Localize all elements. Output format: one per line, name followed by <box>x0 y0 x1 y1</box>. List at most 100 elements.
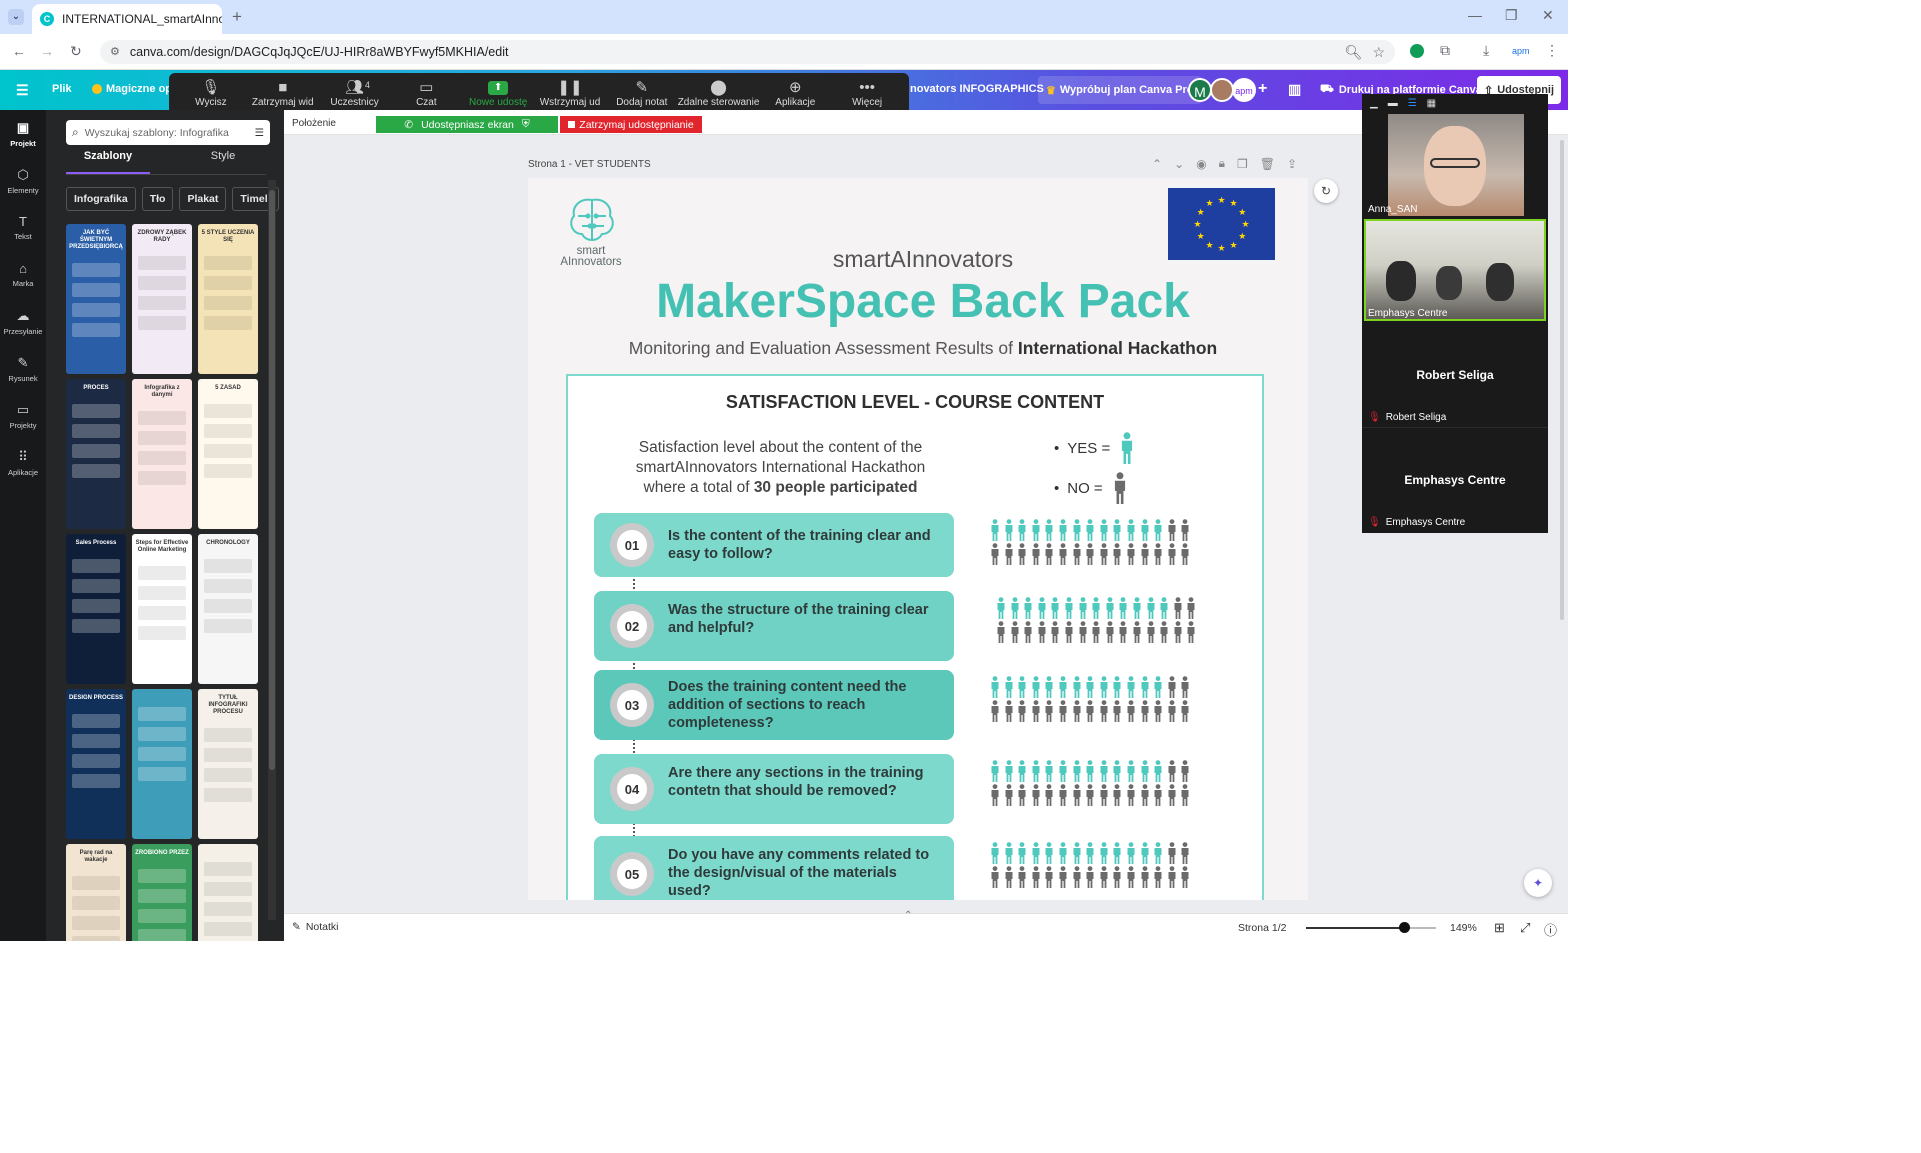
duplicate-icon[interactable]: ❐ <box>1237 157 1248 171</box>
zoom-microphone-button[interactable]: 🎙︎ Wycisz <box>175 73 247 115</box>
template-thumbnail[interactable]: ZDROWY ZĄBEK RADY <box>132 224 192 374</box>
delete-icon[interactable]: 🗑︎ <box>1260 157 1275 171</box>
panel-scrollbar-thumb[interactable] <box>269 190 275 770</box>
video-anna[interactable] <box>1388 114 1524 216</box>
template-thumbnail[interactable]: 5 ZASAD <box>198 379 258 529</box>
address-bar[interactable]: ⚙ canva.com/design/DAGCqJqJQcE/UJ-HIRr8a… <box>100 40 1395 64</box>
chip-2[interactable]: Plakat <box>179 187 227 211</box>
template-thumbnail[interactable]: CHRONOLOGY <box>198 534 258 684</box>
rail-item-elementy[interactable]: ⬡ Elementy <box>0 157 46 204</box>
help-icon[interactable]: ⓘ <box>1544 920 1557 939</box>
lock-icon[interactable]: 🔒︎ <box>1219 156 1225 171</box>
template-thumbnail[interactable]: Parę rad na wakacje <box>66 844 126 941</box>
back-icon[interactable]: ← <box>12 44 26 58</box>
site-info-icon[interactable]: ⚙ <box>110 46 120 58</box>
download-icon[interactable]: ⤓ <box>1483 43 1489 57</box>
position-button[interactable]: Położenie <box>292 118 336 129</box>
template-search-input[interactable]: ⌕ Wyszukaj szablony: Infografika ☰ <box>66 120 270 145</box>
notes-button[interactable]: ✎ Notatki <box>292 921 339 933</box>
file-menu[interactable]: Plik <box>52 83 72 95</box>
browser-tab[interactable]: C INTERNATIONAL_smartAInnov ✕ <box>32 4 222 34</box>
restore-icon[interactable]: ❐ <box>1505 8 1518 22</box>
avatar-photo[interactable] <box>1210 78 1234 102</box>
browser-menu-icon[interactable]: ⋮ <box>1545 43 1559 57</box>
rail-item-rysunek[interactable]: ✎ Rysunek <box>0 345 46 392</box>
tile-emphasys[interactable]: Emphasys Centre 🎙︎ Emphasys Centre <box>1362 429 1548 533</box>
move-down-icon[interactable]: ⌄ <box>1174 157 1184 171</box>
template-thumbnail[interactable]: Sales Process <box>66 534 126 684</box>
zoom-video-camera-button[interactable]: ■ Zatrzymaj wid <box>247 73 319 115</box>
insights-chart-icon[interactable]: ▥ <box>1288 81 1301 98</box>
zoom-participants-button[interactable]: 👥︎ 4 Uczestnicy <box>319 73 391 115</box>
template-thumbnail[interactable]: ZROBIONO PRZEZ <box>132 844 192 941</box>
expand-pages-icon[interactable]: ⌃ <box>904 910 912 921</box>
design-page[interactable]: smart AInnovators ★ ★ ★ ★ ★ ★ ★ ★ ★ ★ ★ ★ smartAInn… <box>528 178 1308 900</box>
extensions-puzzle-icon[interactable]: ⧉ <box>1440 43 1450 57</box>
apm-extension-icon[interactable]: apm <box>1512 46 1530 56</box>
minimize-icon[interactable]: — <box>1468 8 1482 22</box>
new-tab-icon[interactable]: + <box>232 8 242 25</box>
reload-icon[interactable]: ↻ <box>70 44 82 58</box>
bookmark-star-icon[interactable]: ☆ <box>1372 45 1385 59</box>
tab-styles[interactable]: Style <box>181 150 265 162</box>
zoom-apps-button[interactable]: ⊕ Aplikacje <box>759 73 831 115</box>
avatar-m[interactable]: M <box>1188 78 1212 102</box>
grammarly-extension-icon[interactable] <box>1410 44 1424 58</box>
page-label[interactable]: Strona 1 - VET STUDENTS <box>528 159 651 170</box>
minimize-video-icon[interactable]: ▁ <box>1370 98 1378 109</box>
zoom-pause-button[interactable]: ❚❚ Wstrzymaj ud <box>534 73 606 115</box>
canva-menu-icon[interactable]: ☰ <box>16 82 29 99</box>
zoom-more-button[interactable]: ••• Więcej <box>831 73 903 115</box>
add-collaborator-icon[interactable]: + <box>1258 80 1267 98</box>
zoom-share-screen-button[interactable]: ⬆ Nowe udostę <box>462 73 534 115</box>
add-page-icon[interactable]: ⇪ <box>1287 157 1297 171</box>
template-thumbnail[interactable]: PROCES <box>66 379 126 529</box>
rail-item-projekt[interactable]: ▣ Projekt <box>0 110 46 157</box>
strip-view-icon[interactable]: ☰ <box>1408 98 1417 109</box>
stop-sharing-button[interactable]: Zatrzymaj udostępnianie <box>560 116 702 133</box>
workspace-scrollbar[interactable] <box>1558 140 1566 640</box>
document-title[interactable]: novators INFOGRAPHICS <box>910 83 1044 95</box>
template-thumbnail[interactable]: DESIGN PROCESS <box>66 689 126 839</box>
rail-item-tekst[interactable]: T Tekst <box>0 204 46 251</box>
fullscreen-icon[interactable]: ⤢ <box>1520 920 1530 936</box>
magic-assistant-icon[interactable]: ✦ <box>1524 869 1552 897</box>
try-pro-button[interactable]: ♛ Wypróbuj plan Canva Pro <box>1038 76 1202 104</box>
template-thumbnail[interactable]: Steps for Effective Online Marketing <box>132 534 192 684</box>
template-thumbnail[interactable]: TYTUŁ INFOGRAFIKI PROCESU <box>198 689 258 839</box>
template-thumbnail[interactable]: 5 STYLE UCZENIA SIĘ <box>198 224 258 374</box>
panel-scrollbar-track[interactable] <box>268 180 276 920</box>
page-indicator[interactable]: Strona 1/2 <box>1238 922 1286 934</box>
filter-sliders-icon[interactable]: ☰ <box>255 127 264 139</box>
magic-options-menu[interactable]: Magiczne opcj <box>92 83 181 95</box>
tile-robert[interactable]: Robert Seliga 🎙︎ Robert Seliga <box>1362 324 1548 428</box>
gallery-view-icon[interactable]: ▦ <box>1427 98 1436 109</box>
hide-page-icon[interactable]: ◉ <box>1196 157 1206 171</box>
zoom-lens-icon[interactable]: 🔍︎ <box>1345 45 1363 59</box>
zoom-remote-control-button[interactable]: ⬤ Zdalne sterowanie <box>678 73 760 115</box>
template-thumbnail[interactable]: JAK BYĆ ŚWIETNYM PRZEDSIĘBIORCĄ <box>66 224 126 374</box>
forward-icon[interactable]: → <box>40 44 54 58</box>
zoom-slider[interactable] <box>1306 922 1436 933</box>
chip-1[interactable]: Tło <box>141 187 174 211</box>
rail-item-przesyłanie[interactable]: ☁ Przesyłanie <box>0 298 46 345</box>
video-emphasys[interactable] <box>1364 219 1546 321</box>
tab-templates[interactable]: Szablony <box>66 150 150 162</box>
tab-search-chevron-icon[interactable]: ⌄ <box>8 9 24 25</box>
single-view-icon[interactable]: ▬ <box>1388 98 1398 109</box>
zoom-chat-button[interactable]: ▭ Czat <box>390 73 462 115</box>
template-thumbnail[interactable] <box>132 689 192 839</box>
avatar-apm[interactable]: apm <box>1232 78 1256 102</box>
chip-0[interactable]: Infografika <box>66 187 136 211</box>
zoom-pen-button[interactable]: ✎ Dodaj notat <box>606 73 678 115</box>
rail-item-aplikacje[interactable]: ⠿ Aplikacje <box>0 439 46 486</box>
zoom-level[interactable]: 149% <box>1450 922 1477 934</box>
rail-item-projekty[interactable]: ▭ Projekty <box>0 392 46 439</box>
refresh-page-icon[interactable]: ↻ <box>1314 179 1338 203</box>
move-up-icon[interactable]: ⌃ <box>1152 157 1162 171</box>
grid-view-icon[interactable]: ⊞ <box>1494 920 1505 936</box>
template-thumbnail[interactable] <box>198 844 258 941</box>
rail-item-marka[interactable]: ⌂ Marka <box>0 251 46 298</box>
template-thumbnail[interactable]: Infografika z danymi <box>132 379 192 529</box>
close-window-icon[interactable]: ✕ <box>1542 8 1554 22</box>
